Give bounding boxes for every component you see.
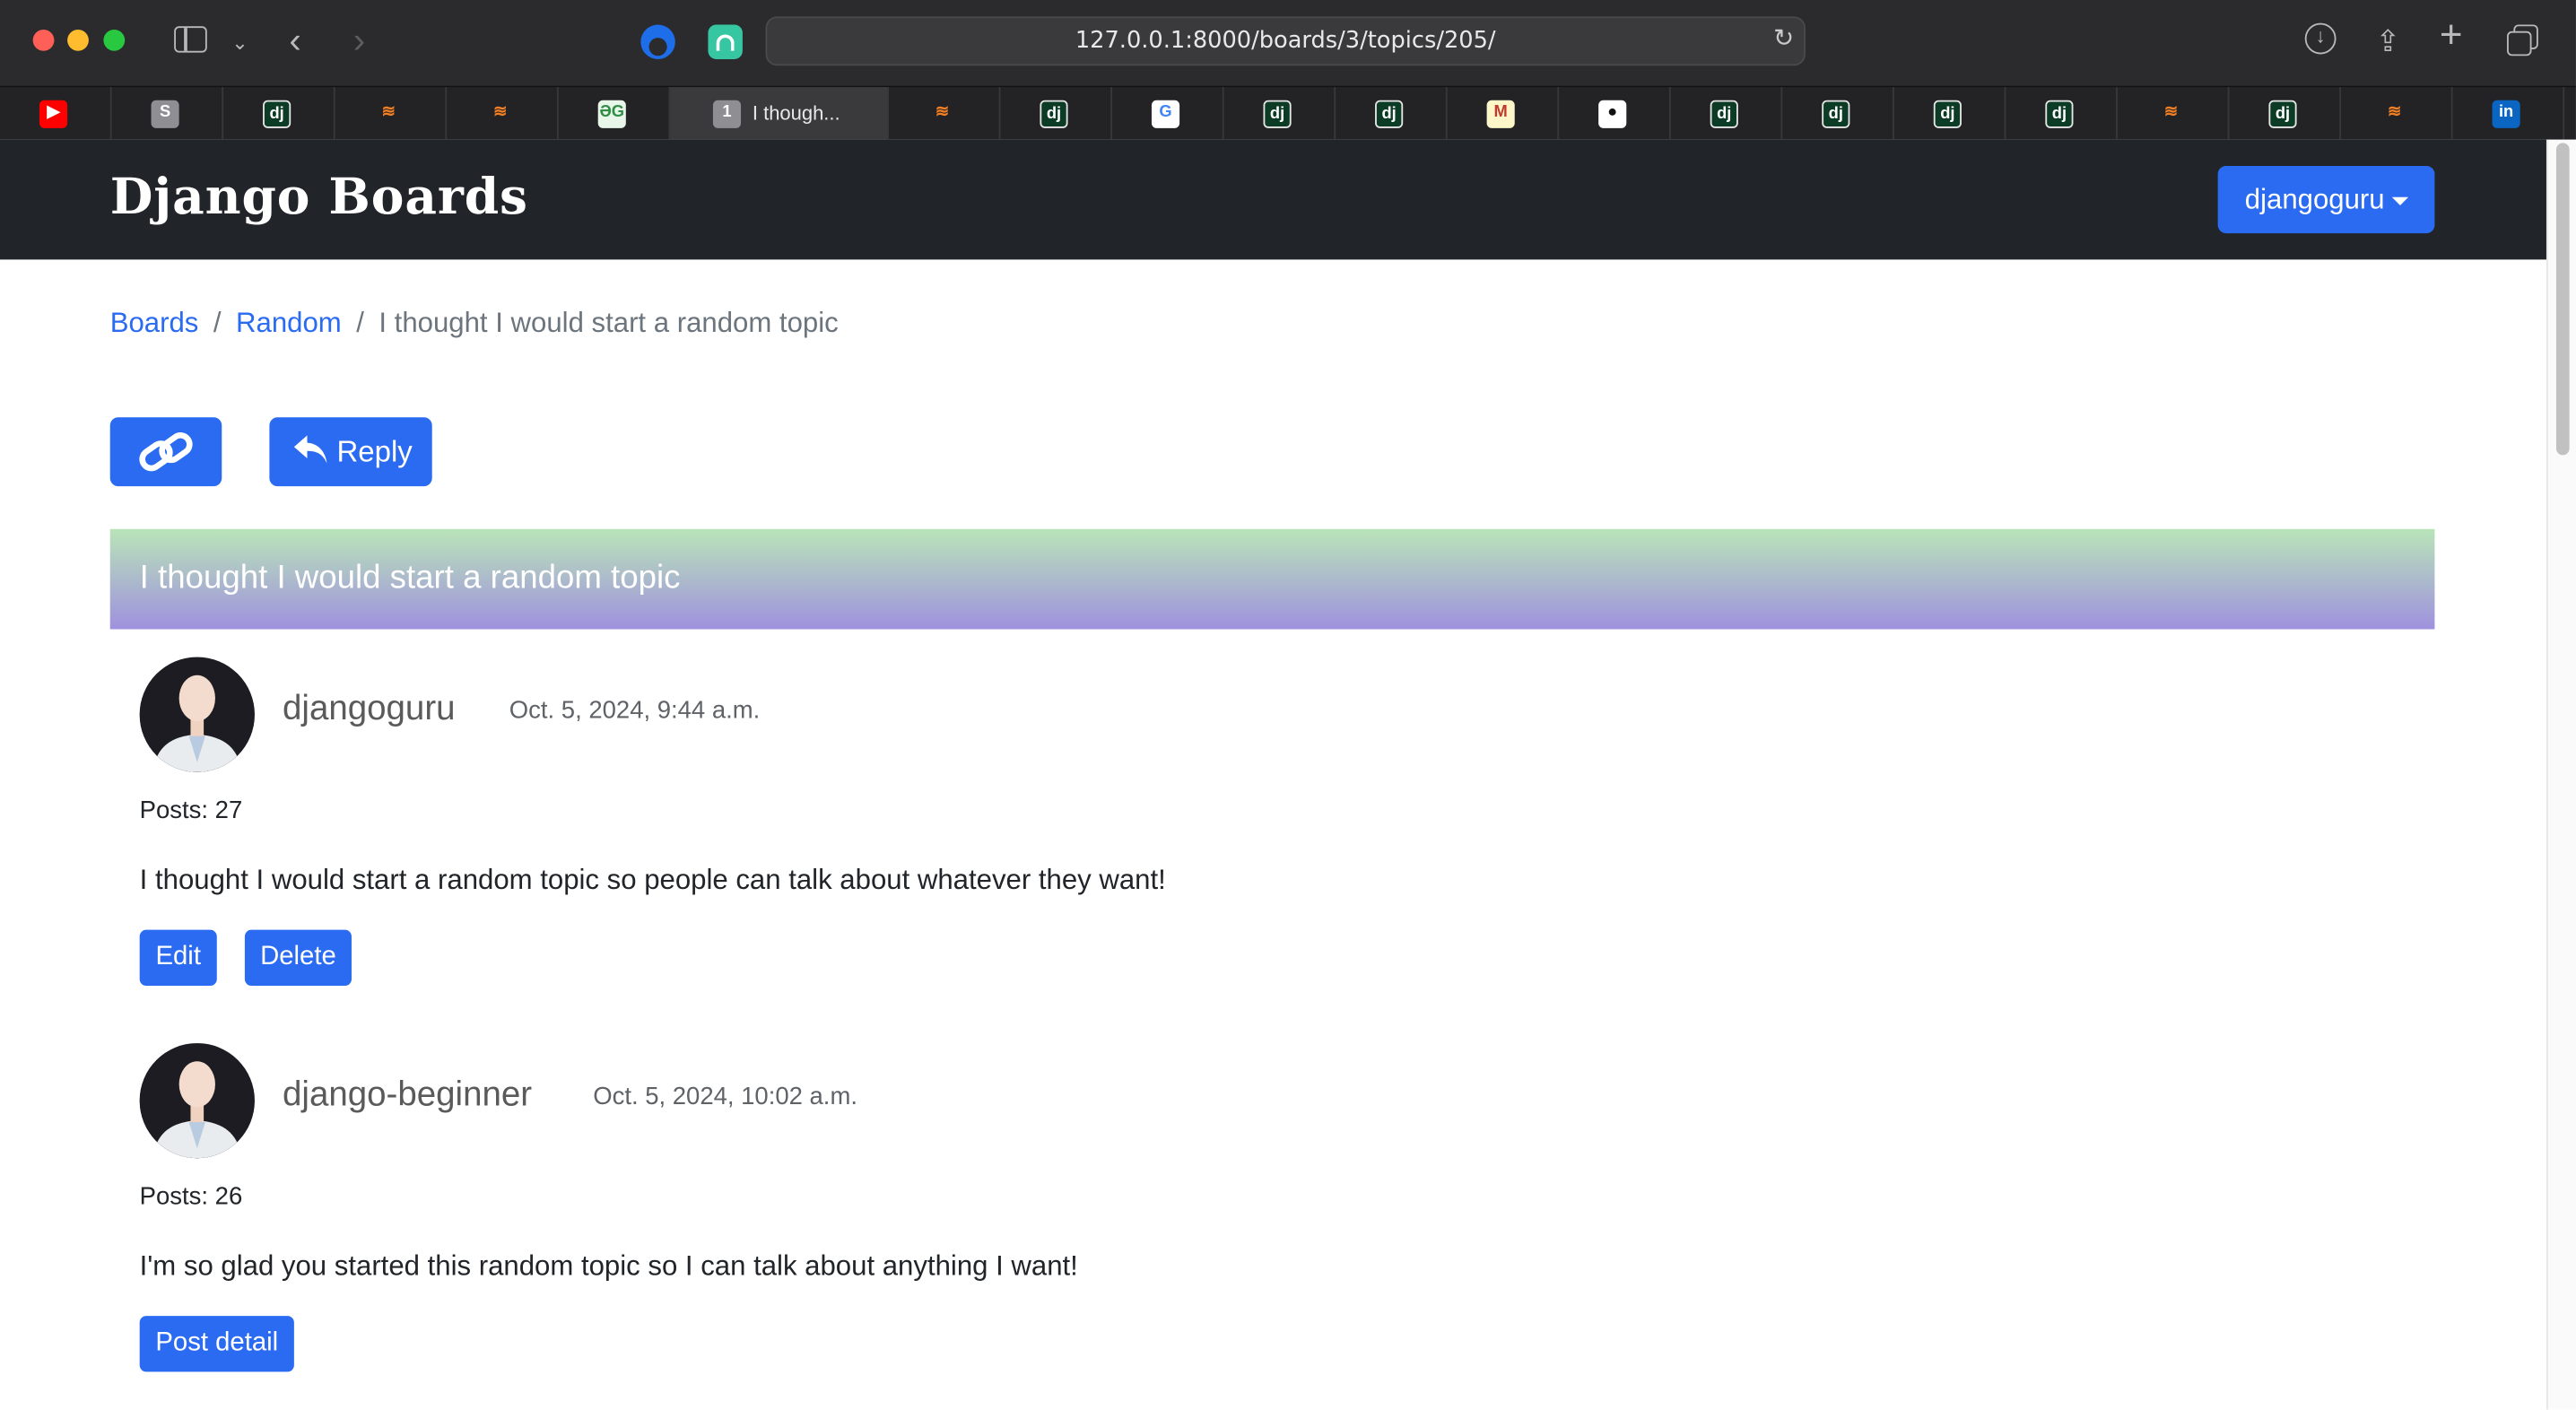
share-icon[interactable]: ⇪ xyxy=(2375,23,2400,59)
close-window-button[interactable] xyxy=(32,29,55,51)
scroll-thumb[interactable] xyxy=(2555,143,2570,456)
browser-tab[interactable]: S xyxy=(112,87,224,140)
django-icon: dj xyxy=(2045,100,2074,128)
post-message: I'm so glad you started this random topi… xyxy=(139,1249,1078,1282)
chevron-down-icon[interactable]: ⌄ xyxy=(231,24,248,60)
author-post-count: Posts: 26 xyxy=(139,1182,243,1211)
site-brand[interactable]: Django Boards xyxy=(110,170,528,227)
new-tab-icon[interactable]: + xyxy=(2440,15,2463,55)
browser-tab[interactable]: ≋ xyxy=(2341,87,2453,140)
delete-button[interactable]: Delete xyxy=(244,929,352,986)
reload-icon[interactable]: ↻ xyxy=(1773,23,1794,52)
breadcrumb-current: I thought I would start a random topic xyxy=(379,307,839,339)
geeksforgeeks-icon: ƏG xyxy=(597,100,626,128)
stackoverflow-icon: ≋ xyxy=(935,103,950,122)
tab-title: I though... xyxy=(752,101,840,126)
post-message: I thought I would start a random topic s… xyxy=(139,864,1166,896)
browser-tab[interactable]: dj xyxy=(223,87,335,140)
s-app-icon: S xyxy=(151,100,179,128)
browser-tab[interactable]: ≋ xyxy=(2118,87,2230,140)
post-detail-button[interactable]: Post detail xyxy=(139,1316,294,1372)
breadcrumb-boards-link[interactable]: Boards xyxy=(110,308,199,339)
user-menu-label: djangoguru xyxy=(2244,184,2385,215)
forward-icon[interactable]: › xyxy=(353,22,365,59)
browser-tab[interactable]: dj xyxy=(2229,87,2342,140)
caret-down-icon xyxy=(2390,196,2408,205)
tab-bar: ▶ Sdj ≋ ≋ ƏG 1 I though... ≋ dj Gdj dj M ● dj dj dj dj ≋ d… xyxy=(0,85,2576,140)
browser-tab[interactable]: dj xyxy=(1894,87,2006,140)
post-author[interactable]: django-beginner xyxy=(283,1076,532,1116)
django-icon: dj xyxy=(1933,100,1962,128)
reply-arrow-icon xyxy=(293,435,327,464)
topic-title: I thought I would start a random topic xyxy=(139,560,681,596)
django-icon: dj xyxy=(1710,100,1738,128)
extension-arc-icon[interactable] xyxy=(640,24,675,59)
link-icon xyxy=(139,432,193,472)
stackoverflow-icon: ≋ xyxy=(493,103,508,122)
author-post-count: Posts: 27 xyxy=(139,796,243,825)
gmail-icon: M xyxy=(1486,100,1515,128)
browser-tab[interactable]: ƏG xyxy=(559,87,671,140)
google-icon: G xyxy=(1151,100,1180,128)
page-scrollbar[interactable] xyxy=(2546,139,2576,1410)
copy-link-button[interactable] xyxy=(109,417,222,487)
author-avatar xyxy=(139,657,255,772)
author-avatar xyxy=(139,1043,255,1159)
github-icon: ● xyxy=(1598,100,1627,128)
browser-tab[interactable]: M xyxy=(1448,87,1560,140)
url-text: 127.0.0.1:8000/boards/3/topics/205/ xyxy=(1075,28,1496,55)
browser-tab[interactable]: G xyxy=(1112,87,1224,140)
post-date: Oct. 5, 2024, 10:02 a.m. xyxy=(593,1083,857,1111)
django-icon: dj xyxy=(1822,100,1850,128)
stackoverflow-icon: ≋ xyxy=(381,103,396,122)
django-icon: dj xyxy=(2268,100,2297,128)
breadcrumb-separator: / xyxy=(213,307,222,339)
extension-green-icon[interactable] xyxy=(708,24,743,59)
browser-tab[interactable]: ≋ xyxy=(889,87,1001,140)
browser-tab[interactable]: dj xyxy=(1000,87,1112,140)
browser-toolbar: ⌄ ‹ › 127.0.0.1:8000/boards/3/topics/205… xyxy=(0,0,2576,86)
reply-label: Reply xyxy=(336,435,413,469)
django-icon: dj xyxy=(1263,100,1292,128)
browser-tab[interactable]: dj xyxy=(1671,87,1783,140)
back-icon[interactable]: ‹ xyxy=(289,22,300,59)
browser-tab[interactable]: ≋ xyxy=(335,87,448,140)
tab-active[interactable]: 1 I though... xyxy=(670,87,889,140)
browser-tab[interactable]: dj xyxy=(1336,87,1448,140)
django-icon: dj xyxy=(1375,100,1404,128)
tab-badge: 1 xyxy=(712,100,742,128)
address-bar[interactable]: 127.0.0.1:8000/boards/3/topics/205/ ↻ xyxy=(765,16,1806,66)
tab-overview-icon[interactable] xyxy=(2507,24,2538,57)
browser-window: ⌄ ‹ › 127.0.0.1:8000/boards/3/topics/205… xyxy=(0,0,2576,1410)
youtube-icon: ▶ xyxy=(39,100,68,128)
linkedin-icon: in xyxy=(2492,100,2520,128)
maximize-window-button[interactable] xyxy=(103,29,126,51)
sidebar-toggle-icon[interactable] xyxy=(174,26,207,53)
reply-button[interactable]: Reply xyxy=(269,417,432,487)
breadcrumb-separator: / xyxy=(356,307,364,339)
django-icon: dj xyxy=(1040,100,1068,128)
minimize-window-button[interactable] xyxy=(67,29,89,51)
stackoverflow-icon: ≋ xyxy=(2387,103,2402,122)
download-icon[interactable]: ↓ xyxy=(2304,22,2337,55)
post-date: Oct. 5, 2024, 9:44 a.m. xyxy=(509,696,761,725)
browser-tab[interactable]: ≋ xyxy=(447,87,559,140)
post-author[interactable]: djangoguru xyxy=(283,690,455,729)
stackoverflow-icon: ≋ xyxy=(2163,103,2179,122)
breadcrumb-board-link[interactable]: Random xyxy=(236,308,342,339)
edit-button[interactable]: Edit xyxy=(139,929,217,986)
browser-tab[interactable]: dj xyxy=(1782,87,1894,140)
site-navbar: Django Boards djangoguru xyxy=(0,139,2546,260)
django-icon: dj xyxy=(263,100,292,128)
browser-tab[interactable]: dj xyxy=(2006,87,2118,140)
browser-tab[interactable]: dj xyxy=(1224,87,1336,140)
browser-tab[interactable]: ● xyxy=(1559,87,1671,140)
browser-tab[interactable]: ▶ xyxy=(0,87,112,140)
user-menu-button[interactable]: djangoguru xyxy=(2217,165,2435,234)
browser-tab[interactable]: in xyxy=(2453,87,2565,140)
breadcrumb: Boards / Random / I thought I would start a … xyxy=(110,308,839,341)
topic-header: I thought I would start a random topic xyxy=(109,528,2435,630)
